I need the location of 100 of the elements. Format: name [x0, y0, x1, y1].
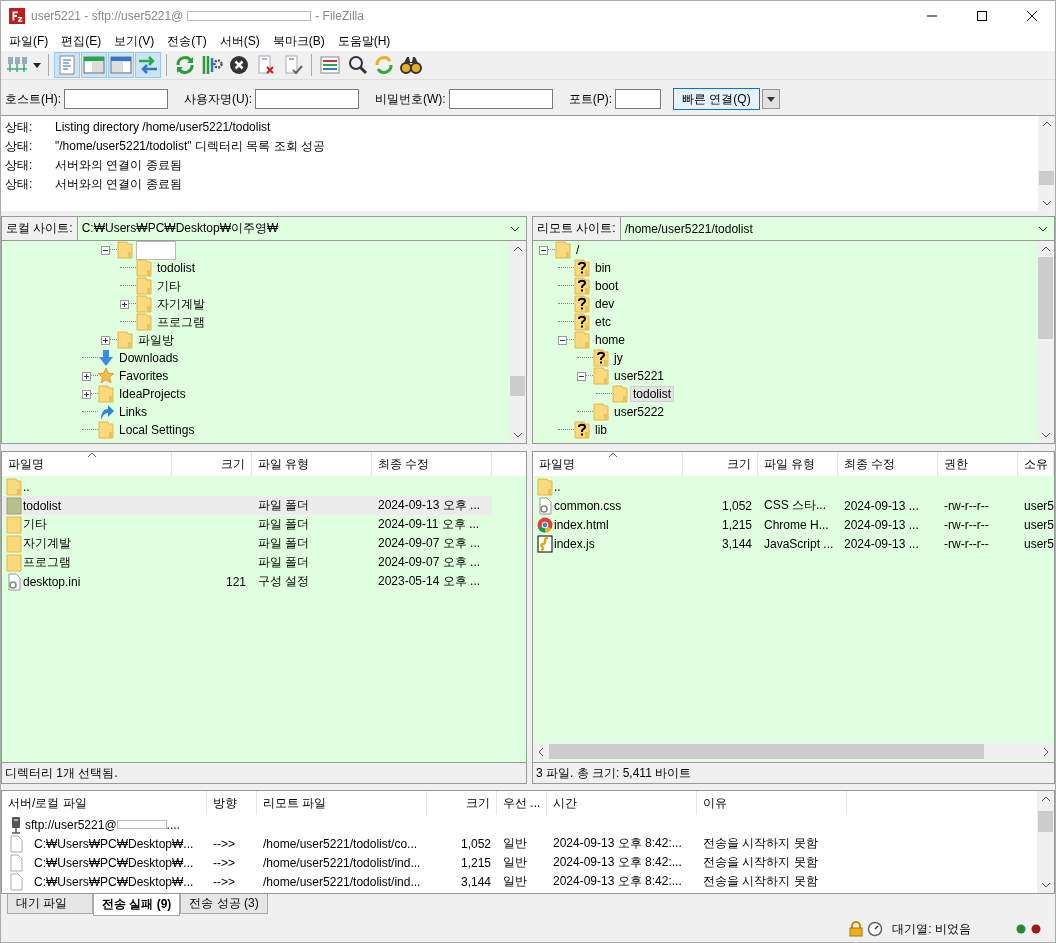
table-cell: 파일 폴더: [258, 516, 310, 533]
tab[interactable]: 대기 파일: [7, 894, 93, 914]
table-cell: 2024-09-07 오후 ...: [378, 554, 481, 571]
tree-item[interactable]: /: [574, 243, 582, 257]
file-name[interactable]: todolist: [23, 498, 62, 513]
file-name[interactable]: 기타: [23, 516, 47, 533]
column-header[interactable]: 파일명: [533, 452, 683, 476]
column-header[interactable]: 시간: [547, 791, 697, 815]
table-cell: 1,052: [460, 836, 491, 851]
table-cell: 일반: [503, 873, 527, 890]
table-cell: Chrome H...: [764, 517, 829, 532]
tree-item[interactable]: user5221: [612, 369, 667, 383]
file-name[interactable]: index.html: [554, 517, 609, 532]
column-header[interactable]: 크기: [172, 452, 252, 476]
column-header[interactable]: 권한: [938, 452, 1018, 476]
table-cell: -rw-r--r--: [944, 517, 989, 532]
tree-item[interactable]: 자기계발: [155, 295, 207, 313]
table-cell: 전송을 시작하지 못함: [703, 873, 818, 890]
table-cell: 1,052: [721, 498, 752, 513]
table-cell: user5: [1024, 498, 1054, 513]
column-header[interactable]: 크기: [427, 791, 497, 815]
tree-item[interactable]: home: [593, 333, 628, 347]
file-name[interactable]: desktop.ini: [23, 574, 81, 589]
column-header[interactable]: 방향: [207, 791, 257, 815]
column-header[interactable]: 이유: [697, 791, 847, 815]
column-header[interactable]: 파일 유형: [758, 452, 838, 476]
tree-item[interactable]: Links: [117, 405, 149, 419]
table-cell: 2024-09-13 ...: [844, 498, 919, 513]
tree-item[interactable]: 파일방: [136, 331, 176, 349]
table-cell: -->>: [213, 836, 235, 851]
file-name[interactable]: 자기계발: [23, 535, 71, 552]
table-cell: user5: [1024, 517, 1054, 532]
log-message: 서버와의 연결이 종료됨: [55, 176, 182, 193]
file-name[interactable]: ..: [554, 479, 561, 494]
menu-item[interactable]: 전송(T): [163, 32, 213, 50]
table-cell: 일반: [503, 835, 527, 852]
tree-item[interactable]: todolist: [631, 387, 674, 401]
column-header[interactable]: 크기: [683, 452, 758, 476]
table-cell: -rw-r--r--: [944, 498, 989, 513]
menu-item[interactable]: 파일(F): [5, 32, 55, 50]
menu-item[interactable]: 보기(V): [110, 32, 161, 50]
log-message: 서버와의 연결이 종료됨: [55, 157, 182, 174]
quickconnect-button[interactable]: 빠른 연결(Q): [673, 88, 760, 110]
tree-item[interactable]: boot: [593, 279, 621, 293]
menu-item[interactable]: 서버(S): [215, 32, 266, 50]
field-label: 비밀번호(W):: [375, 90, 446, 108]
tree-item[interactable]: user5222: [612, 405, 667, 419]
table-cell: 2024-09-07 오후 ...: [378, 535, 481, 552]
file-name[interactable]: 프로그램: [23, 554, 71, 571]
tab[interactable]: 전송 성공 (3): [180, 894, 268, 914]
table-cell: 파일 폴더: [258, 535, 310, 552]
file-name[interactable]: index.js: [554, 536, 595, 551]
server-name[interactable]: ....: [166, 817, 180, 832]
tree-item[interactable]: dev: [593, 297, 617, 311]
table-cell: /home/user5221/todolist/ind...: [263, 874, 421, 889]
column-header[interactable]: 우선 ...: [497, 791, 547, 815]
tree-item[interactable]: bin: [593, 261, 613, 275]
menu-item[interactable]: 도움말(H): [333, 32, 397, 50]
column-header[interactable]: 최종 수정: [372, 452, 492, 476]
tree-item[interactable]: Favorites: [117, 369, 171, 383]
table-cell: C:₩Users₩PC₩Desktop₩...: [34, 836, 194, 851]
column-header[interactable]: 리모트 파일: [257, 791, 427, 815]
tree-item[interactable]: Local Settings: [117, 423, 197, 437]
log-label: 상태:: [5, 138, 34, 155]
table-cell: 2024-09-13 오후 8:42:...: [553, 835, 682, 852]
table-cell: /home/user5221/todolist/ind...: [263, 855, 421, 870]
tree-item[interactable]: lib: [593, 423, 609, 437]
table-cell: 파일 폴더: [258, 497, 310, 514]
table-cell: user5: [1024, 536, 1054, 551]
server-name[interactable]: sftp://user5221@: [25, 817, 117, 832]
table-cell: -rw-r--r--: [944, 536, 989, 551]
field-label: 사용자명(U):: [184, 90, 252, 108]
tree-item[interactable]: todolist: [155, 261, 198, 275]
field-label: 호스트(H):: [5, 90, 61, 108]
table-cell: /home/user5221/todolist/co...: [263, 836, 418, 851]
tree-item[interactable]: etc: [593, 315, 613, 329]
row-highlight[interactable]: todolist 파일 폴더 2024-09-13 오후 ...: [2, 496, 492, 515]
file-name[interactable]: common.css: [554, 498, 622, 513]
table-cell: -->>: [213, 874, 235, 889]
menu-item[interactable]: 편집(E): [57, 32, 108, 50]
column-header[interactable]: 서버/로컬 파일: [2, 791, 207, 815]
table-cell: 1,215: [460, 855, 491, 870]
tab[interactable]: 전송 실패 (9): [93, 894, 181, 916]
table-cell: C:₩Users₩PC₩Desktop₩...: [34, 855, 194, 870]
column-header[interactable]: 파일명: [2, 452, 172, 476]
window-title: user5221 - sftp://user5221@: [31, 9, 184, 23]
tree-item[interactable]: 프로그램: [155, 313, 207, 331]
tree-item[interactable]: 기타: [155, 277, 183, 295]
menu-item[interactable]: 북마크(B): [268, 32, 331, 50]
tree-item[interactable]: IdeaProjects: [117, 387, 188, 401]
column-header[interactable]: 소유: [1018, 452, 1054, 476]
table-cell: JavaScript ...: [764, 536, 834, 551]
file-name[interactable]: ..: [23, 479, 30, 494]
column-header[interactable]: 최종 수정: [838, 452, 938, 476]
column-header[interactable]: 파일 유형: [252, 452, 372, 476]
tree-item[interactable]: Downloads: [117, 351, 181, 365]
log-label: 상태:: [5, 176, 34, 193]
log-label: 상태:: [5, 119, 34, 136]
table-cell: C:₩Users₩PC₩Desktop₩...: [34, 874, 194, 889]
tree-item[interactable]: jy: [612, 351, 625, 365]
